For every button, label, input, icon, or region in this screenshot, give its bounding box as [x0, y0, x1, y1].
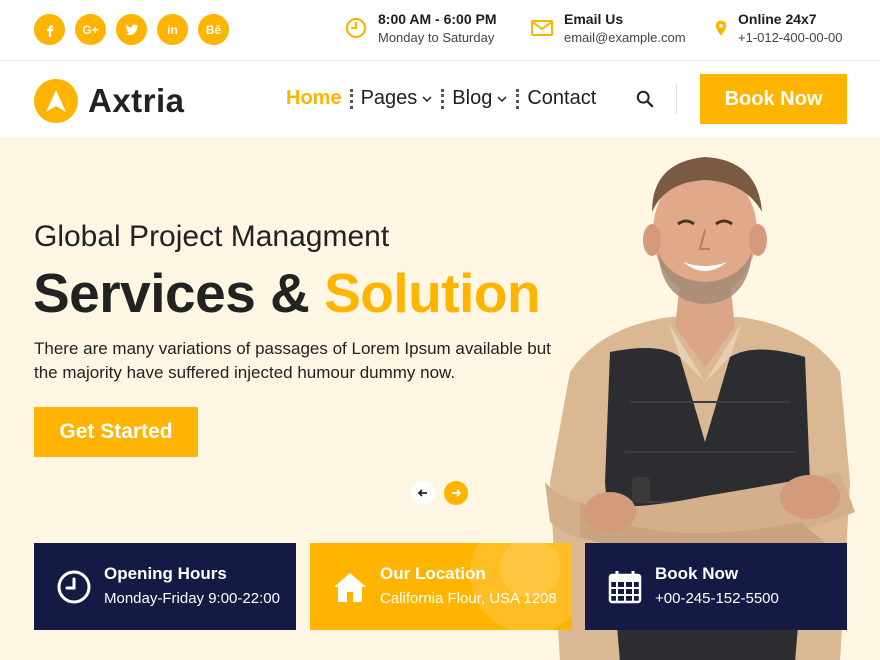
hero-title: Services & Solution: [33, 261, 541, 325]
clock-icon: [345, 17, 367, 39]
feature-book-now: Book Now +00-245-152-5500: [585, 543, 847, 630]
chevron-down-icon: [422, 95, 432, 102]
hero-title-accent: Solution: [324, 262, 541, 324]
get-started-button[interactable]: Get Started: [34, 407, 198, 457]
brand-name: Axtria: [88, 82, 185, 119]
nav-home[interactable]: Home: [286, 87, 342, 110]
feature-text: Monday-Friday 9:00-22:00: [104, 589, 280, 607]
book-now-button[interactable]: Book Now: [700, 74, 847, 124]
arrow-right-icon: [452, 489, 462, 497]
nav-divider: [349, 88, 353, 109]
feature-title: Opening Hours: [104, 563, 227, 583]
logo-icon: [34, 79, 78, 123]
search-icon[interactable]: [636, 90, 654, 108]
main-navbar: Axtria Home Pages Blog Contact Book Now: [0, 61, 880, 137]
hours-info: 8:00 AM - 6:00 PM Monday to Saturday: [344, 10, 497, 47]
nav-contact-label: Contact: [527, 87, 597, 109]
chevron-down-icon: [497, 95, 507, 102]
home-icon: [334, 572, 366, 602]
phone-title: Online 24x7: [738, 11, 817, 27]
calendar-icon: [608, 570, 642, 603]
feature-our-location: Our Location California Flour, USA 1208: [310, 543, 572, 630]
hero-description: There are many variations of passages of…: [34, 339, 551, 382]
linkedin-icon[interactable]: in: [157, 14, 188, 45]
hours-title: 8:00 AM - 6:00 PM: [378, 11, 497, 27]
nav-pages-label: Pages: [360, 87, 418, 109]
nav-divider: [516, 88, 520, 109]
hours-text: Monday to Saturday: [378, 30, 495, 45]
feature-title: Book Now: [655, 563, 739, 583]
email-info[interactable]: Email Us email@example.com: [530, 10, 686, 47]
hero-subtitle: Global Project Managment: [34, 220, 390, 253]
envelope-icon: [531, 20, 553, 36]
google-plus-icon[interactable]: G+: [75, 14, 106, 45]
phone-info[interactable]: Online 24x7 +1-012-400-00-00: [712, 10, 842, 47]
facebook-icon[interactable]: [34, 14, 65, 45]
nav-divider: [441, 88, 445, 109]
arrow-left-icon: [417, 489, 427, 497]
twitter-icon[interactable]: [116, 14, 147, 45]
nav-blog[interactable]: Blog: [452, 87, 508, 110]
nav-pages[interactable]: Pages: [361, 87, 434, 110]
top-bar: G+ in Bē 8:00 AM - 6:00 PM Monday to Sat…: [0, 0, 880, 61]
email-title: Email Us: [564, 11, 624, 27]
main-nav: Home Pages Blog Contact: [286, 87, 596, 110]
behance-icon[interactable]: Bē: [198, 14, 229, 45]
slider-prev-button[interactable]: [411, 481, 435, 505]
hero-section: Global Project Managment Services & Solu…: [0, 137, 880, 660]
nav-contact[interactable]: Contact: [527, 87, 596, 110]
email-text: email@example.com: [564, 30, 686, 45]
feature-text: +00-245-152-5500: [655, 589, 779, 607]
logo[interactable]: Axtria: [34, 79, 185, 123]
map-pin-icon: [715, 20, 727, 36]
feature-opening-hours: Opening Hours Monday-Friday 9:00-22:00: [34, 543, 296, 630]
social-links: G+ in Bē: [34, 14, 229, 45]
hero-title-main: Services &: [33, 262, 325, 324]
nav-blog-label: Blog: [452, 87, 493, 109]
nav-home-label: Home: [286, 87, 342, 109]
feature-text: California Flour, USA 1208: [380, 589, 557, 607]
feature-title: Our Location: [380, 563, 486, 583]
clock-icon: [57, 570, 91, 603]
phone-text: +1-012-400-00-00: [738, 30, 843, 45]
nav-divider-line: [676, 84, 677, 114]
slider-next-button[interactable]: [444, 481, 468, 505]
